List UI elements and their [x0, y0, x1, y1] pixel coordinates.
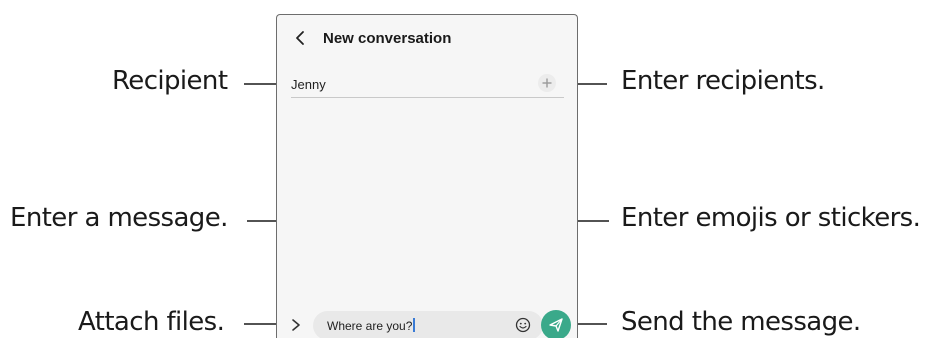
callout-send-message: Send the message.: [621, 307, 861, 337]
smiley-icon[interactable]: [515, 317, 531, 333]
callout-enter-recipients: Enter recipients.: [621, 66, 825, 96]
recipient-input[interactable]: Jenny: [291, 77, 326, 92]
paper-plane-icon: [549, 318, 563, 332]
chevron-left-icon[interactable]: [293, 29, 309, 47]
phone-screen: New conversation Jenny Where are you?: [276, 14, 578, 338]
callout-recipient: Recipient: [112, 66, 228, 96]
message-input[interactable]: Where are you?: [313, 311, 543, 338]
page-title: New conversation: [323, 30, 452, 47]
message-text: Where are you?: [327, 318, 415, 333]
callout-enter-emojis: Enter emojis or stickers.: [621, 203, 921, 233]
diagram-stage: Recipient Enter a message. Attach files.…: [0, 0, 933, 338]
callout-enter-message: Enter a message.: [10, 203, 228, 233]
send-button[interactable]: [541, 310, 571, 338]
recipient-divider: [291, 97, 564, 98]
chevron-right-icon[interactable]: [290, 318, 302, 332]
plus-icon[interactable]: [538, 74, 556, 92]
text-cursor: [413, 318, 415, 332]
callout-attach-files: Attach files.: [78, 307, 225, 337]
